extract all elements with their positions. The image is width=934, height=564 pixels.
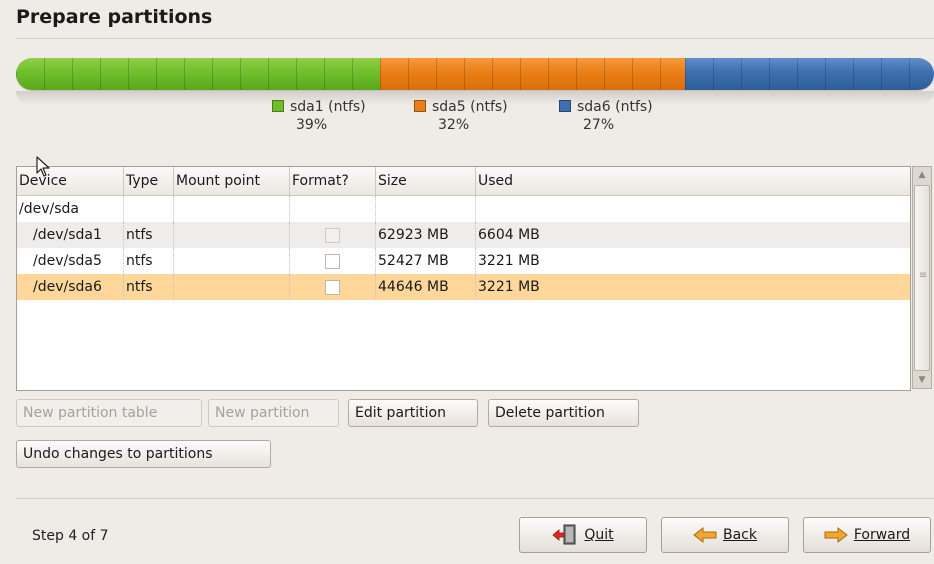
legend-swatch-orange [414,100,426,112]
cell-used [476,196,910,222]
format-checkbox[interactable] [325,280,340,295]
cell-used: 3221 MB [478,253,540,269]
forward-button[interactable]: Forward [803,517,931,553]
cell-format [290,196,376,222]
step-indicator: Step 4 of 7 [32,528,109,544]
table-row[interactable]: /dev/sda1 ntfs 62923 MB 6604 MB [17,222,910,248]
cell-type: ntfs [124,274,174,300]
legend-item-sda5: sda5 (ntfs) 32% [414,99,508,133]
column-header-mount-point[interactable]: Mount point [174,167,290,195]
table-row-selected[interactable]: /dev/sda6 ntfs 44646 MB 3221 MB [17,274,910,300]
legend-label: sda6 (ntfs) [577,99,653,115]
format-checkbox[interactable] [325,228,340,243]
page-title: Prepare partitions [16,6,213,28]
cell-size: 44646 MB [376,274,476,300]
quit-door-icon [552,524,576,545]
legend-percent: 27% [583,117,615,133]
scroll-up-icon[interactable]: ▲ [914,167,930,183]
cell-device: /dev/sda6 [17,274,124,300]
format-checkbox[interactable] [325,254,340,269]
cell-used: 3221 MB [478,279,540,295]
table-row[interactable]: /dev/sda5 ntfs 52427 MB 3221 MB [17,248,910,274]
mouse-cursor-icon [36,156,50,177]
back-label: Back [723,527,757,543]
column-header-size[interactable]: Size [376,167,476,195]
partition-segment-sda1 [16,58,380,90]
column-header-type[interactable]: Type [124,167,174,195]
forward-arrow-icon [824,527,848,543]
cell-device: /dev/sda1 [17,222,124,248]
scroll-thumb[interactable]: ≡ [914,185,930,371]
column-header-format[interactable]: Format? [290,167,376,195]
new-partition-button[interactable]: New partition [208,399,339,427]
cell-size: 62923 MB [376,222,476,248]
partition-segment-sda5 [380,58,685,90]
legend-label: sda5 (ntfs) [432,99,508,115]
title-divider [16,38,934,39]
legend-item-sda6: sda6 (ntfs) 27% [559,99,653,133]
legend-percent: 39% [296,117,328,133]
cell-mount-point [174,274,290,300]
legend-percent: 32% [438,117,470,133]
legend-swatch-green [272,100,284,112]
cell-type: ntfs [124,248,174,274]
cell-size: 52427 MB [376,248,476,274]
cell-size [376,196,476,222]
cell-used: 6604 MB [478,227,540,243]
back-arrow-icon [693,527,717,543]
cell-format [290,248,376,274]
cell-device: /dev/sda5 [17,248,124,274]
table-scrollbar[interactable]: ▲ ≡ ▼ [912,166,932,389]
grip-icon: ≡ [919,270,928,281]
cell-device: /dev/sda [17,196,124,222]
quit-button[interactable]: Quit [519,517,647,553]
cell-type: ntfs [124,222,174,248]
new-partition-table-button[interactable]: New partition table [16,399,202,427]
scroll-down-icon[interactable]: ▼ [914,372,930,388]
column-header-device[interactable]: Device [17,167,124,195]
undo-changes-button[interactable]: Undo changes to partitions [16,440,271,468]
edit-partition-button[interactable]: Edit partition [348,399,478,427]
legend-label: sda1 (ntfs) [290,99,366,115]
forward-label: Forward [853,527,911,543]
partition-segment-sda6 [685,58,934,90]
column-header-used[interactable]: Used [476,167,910,195]
cell-format [290,274,376,300]
cell-mount-point [174,222,290,248]
legend-item-sda1: sda1 (ntfs) 39% [272,99,366,133]
table-row[interactable]: /dev/sda [17,196,910,222]
delete-partition-button[interactable]: Delete partition [488,399,639,427]
footer-divider [16,498,934,499]
cell-type [124,196,174,222]
partition-table[interactable]: Device Type Mount point Format? Size Use… [16,166,911,391]
legend-swatch-blue [559,100,571,112]
back-button[interactable]: Back [661,517,789,553]
quit-label: Quit [584,527,614,543]
cell-mount-point [174,196,290,222]
cell-mount-point [174,248,290,274]
cell-format [290,222,376,248]
table-header: Device Type Mount point Format? Size Use… [17,167,910,196]
partition-bar [16,58,934,90]
